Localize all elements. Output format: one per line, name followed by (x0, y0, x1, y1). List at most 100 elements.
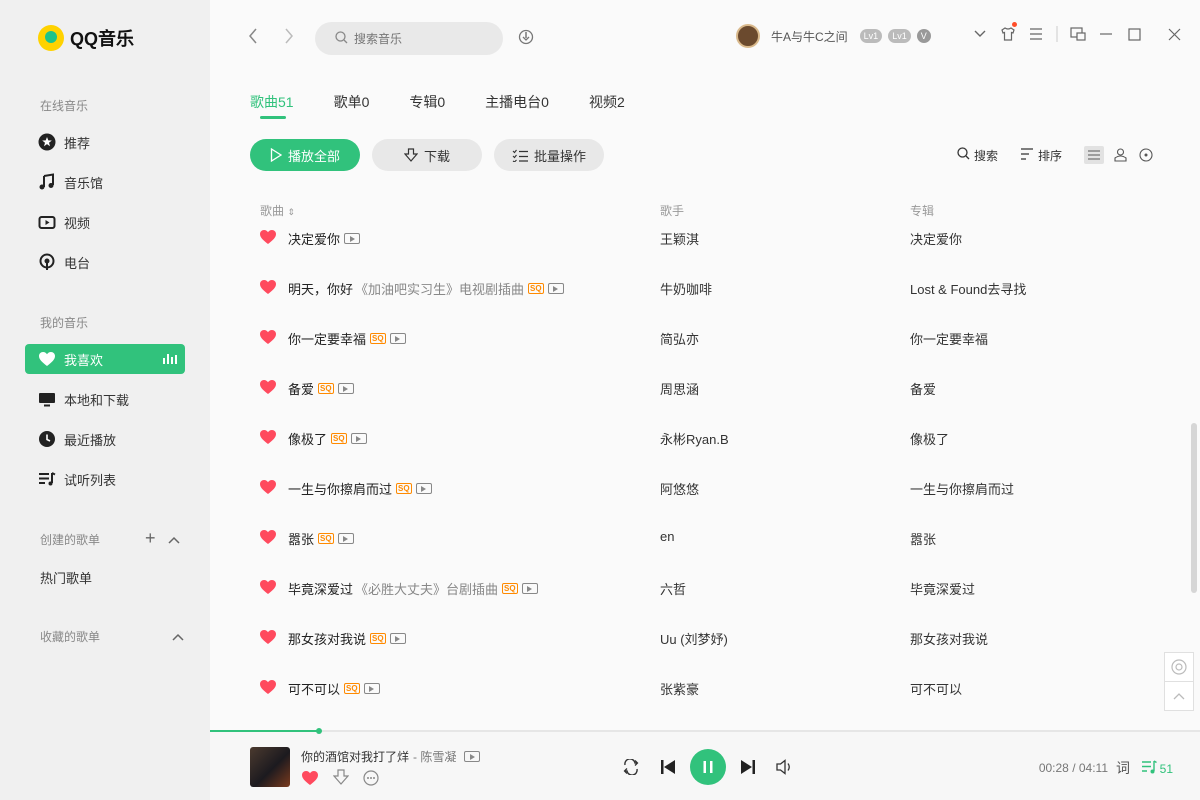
avatar[interactable] (736, 24, 760, 48)
singer-cell[interactable]: 阿悠悠 (660, 479, 699, 498)
repeat-mode-icon[interactable] (622, 759, 640, 775)
pause-button[interactable] (690, 749, 726, 785)
album-view-icon[interactable] (1136, 146, 1156, 164)
mv-icon[interactable] (363, 683, 380, 694)
liked-heart-icon[interactable] (259, 679, 277, 698)
liked-heart-icon[interactable] (259, 379, 277, 398)
album-cell[interactable]: 一生与你擦肩而过 (910, 479, 1014, 498)
table-row[interactable]: 明天，你好 《加油吧实习生》电视剧插曲 SQ 牛奶咖啡 Lost & Found去寻找 (250, 272, 1160, 302)
tab-radio[interactable]: 主播电台0 (485, 92, 549, 118)
now-playing-title[interactable]: 你的酒馆对我打了烊 (301, 748, 409, 765)
singer-cell[interactable]: 牛奶咖啡 (660, 279, 712, 298)
sidebar-item-radio[interactable]: 电台 (25, 247, 185, 277)
song-title[interactable]: 备爱 (288, 379, 314, 398)
singer-cell[interactable]: 简弘亦 (660, 329, 699, 348)
album-cell[interactable]: 可不可以 (910, 679, 962, 698)
user-info[interactable]: 牛A与牛C之间 Lv1 Lv1 V (736, 24, 931, 48)
list-search-button[interactable]: 搜索 (957, 147, 998, 164)
more-icon[interactable] (363, 769, 379, 789)
song-title[interactable]: 一生与你擦肩而过 (288, 479, 392, 498)
previous-track-icon[interactable] (660, 759, 676, 775)
voice-search-icon[interactable] (518, 28, 534, 49)
chevron-down-icon[interactable] (966, 30, 994, 38)
song-title[interactable]: 可不可以 (288, 679, 340, 698)
app-logo[interactable]: QQ音乐 (38, 25, 134, 51)
liked-heart-icon[interactable] (259, 229, 277, 248)
liked-heart-icon[interactable] (259, 529, 277, 548)
album-cell[interactable]: Lost & Found去寻找 (910, 279, 1026, 298)
download-button[interactable]: 下载 (372, 139, 482, 171)
now-playing-artist[interactable]: - 陈雪凝 (413, 748, 456, 765)
sidebar-item-video[interactable]: 视频 (25, 207, 185, 237)
singer-cell[interactable]: 六哲 (660, 579, 686, 598)
mv-icon[interactable] (344, 233, 361, 244)
back-arrow-icon[interactable] (248, 28, 258, 48)
sidebar-item-trial-list[interactable]: 试听列表 (25, 464, 185, 494)
song-title[interactable]: 毕竟深爱过 (288, 579, 353, 598)
minimize-icon[interactable] (1092, 33, 1120, 35)
mv-icon[interactable] (350, 433, 367, 444)
skin-shirt-icon[interactable] (994, 22, 1022, 42)
liked-heart-icon[interactable] (259, 629, 277, 648)
back-to-top-icon[interactable] (1164, 681, 1194, 711)
singer-cell[interactable]: en (660, 529, 674, 544)
mini-mode-icon[interactable] (1064, 27, 1092, 41)
table-row[interactable]: 那女孩对我说 SQ Uu (刘梦妤) 那女孩对我说 (250, 622, 1160, 652)
tab-albums[interactable]: 专辑0 (409, 92, 445, 118)
sidebar-item-recent[interactable]: 最近播放 (25, 424, 185, 454)
singer-view-icon[interactable] (1110, 146, 1130, 164)
singer-cell[interactable]: Uu (刘梦妤) (660, 629, 728, 648)
mv-icon[interactable] (337, 533, 354, 544)
liked-heart-icon[interactable] (259, 279, 277, 298)
sidebar-item-favorites[interactable]: 我喜欢 (25, 344, 185, 374)
table-row[interactable]: 决定爱你 王颖淇 决定爱你 (250, 222, 1160, 252)
menu-icon[interactable] (1022, 28, 1050, 40)
table-row[interactable]: 备爱 SQ 周思涵 备爱 (250, 372, 1160, 402)
singer-cell[interactable]: 永彬Ryan.B (660, 429, 729, 448)
collapse-chevron-up-icon[interactable] (167, 531, 180, 545)
table-row[interactable]: 可不可以 SQ 张紫豪 可不可以 (250, 672, 1160, 702)
collapse-chevron-up-icon[interactable] (172, 628, 184, 642)
album-cell[interactable]: 毕竟深爱过 (910, 579, 975, 598)
playlist-item[interactable]: 热门歌单 (40, 568, 92, 587)
mv-icon[interactable] (415, 483, 432, 494)
next-track-icon[interactable] (740, 759, 756, 775)
forward-arrow-icon[interactable] (284, 28, 294, 48)
list-view-icon[interactable] (1084, 146, 1104, 164)
mv-icon[interactable] (337, 383, 354, 394)
album-cell[interactable]: 决定爱你 (910, 229, 962, 248)
song-title[interactable]: 像极了 (288, 429, 327, 448)
singer-cell[interactable]: 王颖淇 (660, 229, 699, 248)
play-all-button[interactable]: 播放全部 (250, 139, 360, 171)
add-playlist-icon[interactable]: + (145, 529, 156, 547)
song-title[interactable]: 那女孩对我说 (288, 629, 366, 648)
tab-videos[interactable]: 视频2 (589, 92, 625, 118)
progress-knob[interactable] (315, 728, 322, 734)
song-title[interactable]: 嚣张 (288, 529, 314, 548)
search-input[interactable] (354, 31, 484, 46)
maximize-icon[interactable] (1120, 27, 1148, 41)
liked-heart-icon[interactable] (259, 479, 277, 498)
table-row[interactable]: 你一定要幸福 SQ 简弘亦 你一定要幸福 (250, 322, 1160, 352)
mv-icon[interactable] (521, 583, 538, 594)
song-title[interactable]: 决定爱你 (288, 229, 340, 248)
table-row[interactable]: 毕竟深爱过 《必胜大丈夫》台剧插曲 SQ 六哲 毕竟深爱过 (250, 572, 1160, 602)
locate-current-icon[interactable] (1164, 652, 1194, 682)
scrollbar[interactable] (1191, 423, 1197, 593)
sidebar-item-local-download[interactable]: 本地和下载 (25, 384, 185, 414)
column-header-song[interactable]: 歌曲 ⇕ (260, 202, 295, 219)
album-cell[interactable]: 备爱 (910, 379, 936, 398)
tab-songs[interactable]: 歌曲51 (250, 92, 294, 119)
volume-icon[interactable] (776, 759, 794, 775)
username[interactable]: 牛A与牛C之间 (771, 28, 848, 45)
album-cover[interactable] (250, 747, 290, 787)
table-row[interactable]: 嚣张 SQ en 嚣张 (250, 522, 1160, 552)
sort-button[interactable]: 排序 (1020, 147, 1062, 164)
singer-cell[interactable]: 周思涵 (660, 379, 699, 398)
lyrics-button[interactable]: 词 (1116, 758, 1130, 778)
album-cell[interactable]: 你一定要幸福 (910, 329, 988, 348)
table-row[interactable]: 一生与你擦肩而过 SQ 阿悠悠 一生与你擦肩而过 (250, 472, 1160, 502)
mv-icon[interactable] (389, 633, 406, 644)
song-title[interactable]: 明天，你好 (288, 279, 353, 298)
play-queue-button[interactable]: 51 (1141, 760, 1173, 777)
